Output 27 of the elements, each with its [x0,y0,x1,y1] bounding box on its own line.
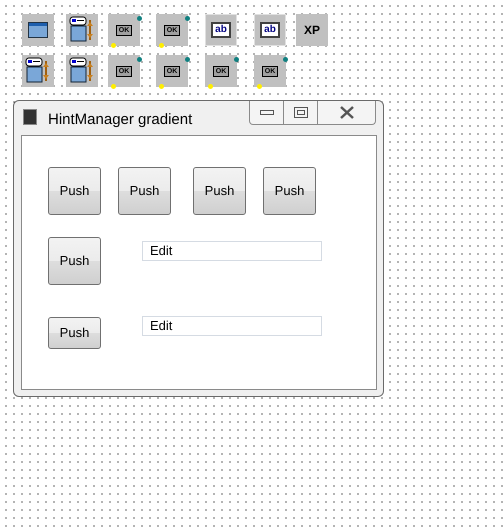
xp-label: XP [304,22,320,39]
edit-field[interactable]: Edit [142,316,322,336]
push-button[interactable]: Push [48,317,101,349]
push-button[interactable]: Push [118,167,171,215]
form-component[interactable] [22,14,54,46]
app-icon [23,109,37,125]
hint-component[interactable] [66,55,98,87]
edit-field-icon: ab [211,22,231,38]
window-icon [28,22,48,38]
maximize-icon [294,107,308,118]
push-button[interactable]: Push [48,237,101,285]
push-button[interactable]: Push [48,167,101,215]
hint-balloon-icon [69,16,95,44]
edit-component[interactable]: ab [254,14,286,46]
edit-component[interactable]: ab [205,14,237,46]
hint-balloon-icon [69,57,95,85]
edit-field[interactable]: Edit [142,241,322,261]
xp-component[interactable]: XP [296,14,328,46]
hint-component[interactable] [22,55,54,87]
hint-balloon-icon [25,57,51,85]
window-title: HintManager gradient [48,110,192,130]
hint-component[interactable] [66,14,98,46]
minimize-icon [260,110,274,115]
edit-field-icon: ab [260,22,280,38]
push-button[interactable]: Push [193,167,246,215]
push-button[interactable]: Push [263,167,316,215]
close-icon [338,106,354,119]
